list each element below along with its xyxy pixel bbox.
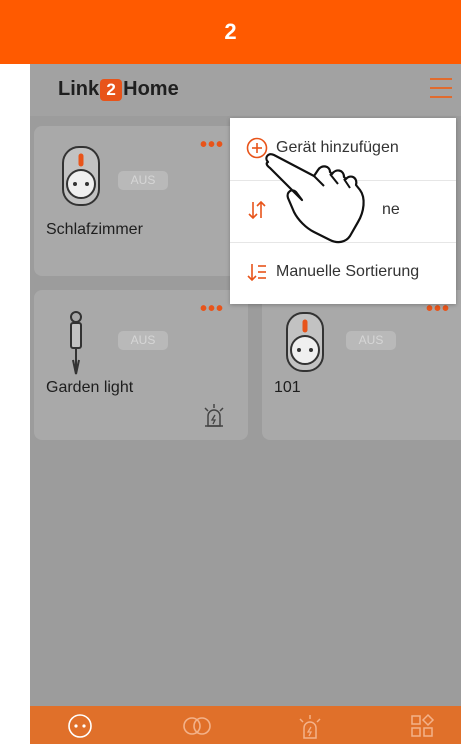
more-options-button[interactable]: •••	[200, 299, 224, 319]
alarm-light-icon[interactable]	[296, 712, 324, 740]
pointing-hand-icon	[265, 153, 365, 244]
left-margin	[0, 64, 30, 744]
socket-icon	[62, 146, 100, 206]
status-badge: AUS	[118, 331, 168, 350]
garden-light-icon	[70, 311, 82, 375]
device-name: 101	[274, 379, 301, 396]
logo-prefix: Link	[58, 78, 100, 100]
socket-icon	[286, 312, 324, 372]
manual-sort-icon	[246, 261, 268, 283]
link-icon[interactable]	[180, 712, 214, 740]
device-name: Schlafzimmer	[46, 221, 143, 238]
menu-item-label: ne	[382, 201, 400, 218]
logo-two-badge: 2	[100, 78, 123, 101]
socket-icon[interactable]	[66, 712, 94, 740]
app-header: Link 2 Home	[30, 64, 461, 116]
apps-grid-icon[interactable]	[408, 712, 436, 740]
more-options-button[interactable]: •••	[200, 135, 224, 155]
status-badge: AUS	[346, 331, 396, 350]
more-options-button[interactable]: •••	[426, 299, 450, 319]
step-number: 2	[224, 19, 237, 44]
bottom-nav	[30, 706, 461, 744]
step-header: 2	[0, 0, 461, 64]
status-badge: AUS	[118, 171, 168, 190]
hamburger-menu-icon[interactable]	[430, 78, 452, 98]
alarm-light-icon	[204, 404, 224, 427]
device-name: Garden light	[46, 379, 134, 396]
app-logo: Link 2 Home	[58, 78, 179, 101]
menu-item-manual-sort[interactable]: Manuelle Sortierung	[230, 242, 456, 302]
menu-item-label: Manuelle Sortierung	[276, 263, 420, 280]
logo-suffix: Home	[123, 78, 179, 100]
